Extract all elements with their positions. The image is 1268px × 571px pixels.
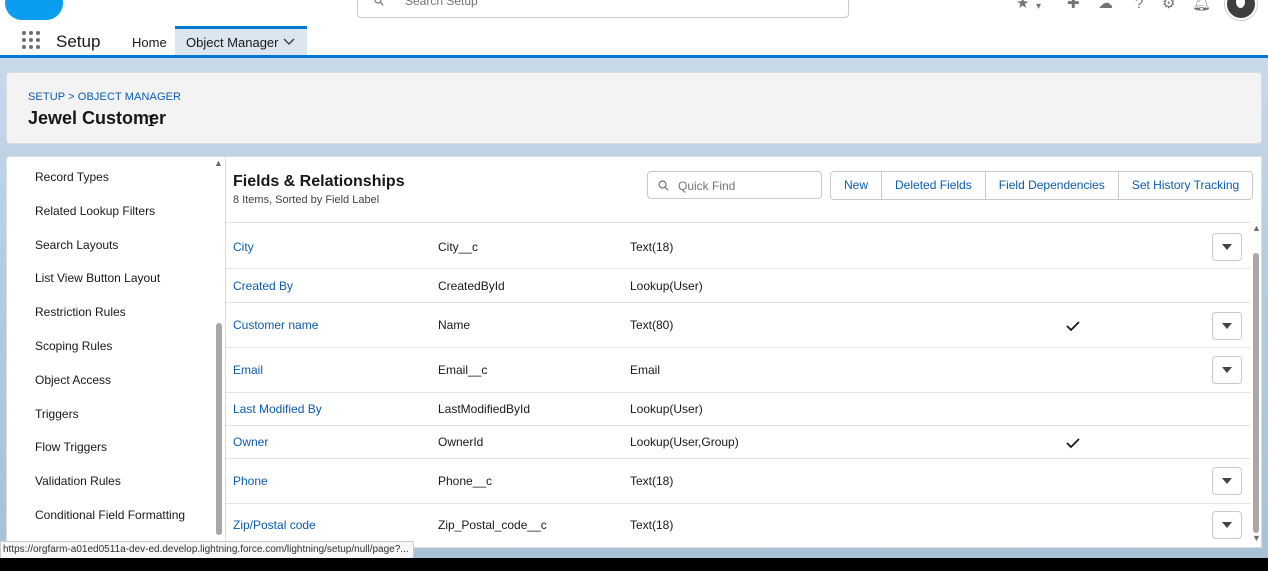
field-api-name: Email__c [438, 363, 488, 377]
set-history-tracking-button[interactable]: Set History Tracking [1117, 171, 1254, 200]
row-actions-button[interactable] [1212, 233, 1242, 261]
row-actions-button[interactable] [1212, 511, 1242, 539]
nav-tab-home[interactable]: Home [132, 35, 167, 50]
sidebar-item-triggers[interactable]: Triggers [35, 407, 79, 421]
field-data-type: Email [630, 363, 661, 377]
table-row: City City__c Text(18) [226, 224, 1251, 269]
text-cursor-icon: I [147, 114, 156, 130]
field-api-name: Zip_Postal_code__c [438, 518, 547, 532]
sidebar-scrollbar[interactable] [216, 323, 222, 535]
trailhead-icon[interactable]: ☁ [1098, 0, 1113, 12]
nav-tab-object-manager[interactable]: Object Manager [175, 26, 307, 55]
breadcrumb[interactable]: SETUP > OBJECT MANAGER [28, 91, 181, 103]
field-api-name: Name [438, 318, 471, 332]
field-label-link[interactable]: Phone [233, 474, 268, 488]
field-api-name: LastModifiedById [438, 402, 531, 416]
table-row: Owner OwnerId Lookup(User,Group) [226, 426, 1251, 459]
table-row: Created By CreatedById Lookup(User) [226, 269, 1251, 303]
table-row: Email Email__c Email [226, 348, 1251, 393]
sidebar-item-list-view-button-layout[interactable]: List View Button Layout [35, 271, 160, 285]
action-button-group: New Deleted Fields Field Dependencies Se… [830, 171, 1254, 200]
sidebar-item-object-access[interactable]: Object Access [35, 373, 111, 387]
field-label-link[interactable]: City [233, 240, 254, 254]
sidebar-item-record-types[interactable]: Record Types [35, 170, 109, 184]
quick-find-placeholder: Quick Find [678, 179, 736, 193]
field-label-link[interactable]: Created By [233, 279, 293, 293]
deleted-fields-button[interactable]: Deleted Fields [881, 171, 986, 200]
new-field-button[interactable]: New [830, 171, 883, 200]
status-url-tooltip: https://orgfarm-a01ed0511a-dev-ed.develo… [0, 541, 414, 559]
global-header: Search Setup ★ ▾ ✚ ☁ ? ⚙ 🔔︎ [0, 0, 1268, 27]
help-icon[interactable]: ? [1135, 0, 1143, 12]
chevron-down-icon [1222, 367, 1232, 373]
row-actions-button[interactable] [1212, 312, 1242, 340]
indexed-checkmark-icon [1066, 438, 1080, 449]
chevron-down-icon [1222, 522, 1232, 528]
field-data-type: Text(80) [630, 318, 674, 332]
nav-tab-object-manager-label: Object Manager [186, 35, 279, 50]
salesforce-logo[interactable] [5, 0, 63, 20]
search-placeholder: Search Setup [405, 0, 478, 8]
field-data-type: Lookup(User,Group) [630, 435, 739, 449]
field-label-link[interactable]: Last Modified By [233, 402, 322, 416]
field-dependencies-button[interactable]: Field Dependencies [984, 171, 1119, 200]
field-label-link[interactable]: Email [233, 363, 263, 377]
section-title: Fields & Relationships [233, 173, 405, 190]
sidebar-item-related-lookup-filters[interactable]: Related Lookup Filters [35, 204, 155, 218]
app-launcher-icon[interactable] [22, 31, 42, 51]
fields-relationships-panel: Fields & Relationships 8 Items, Sorted b… [226, 156, 1262, 548]
field-api-name: City__c [438, 240, 479, 254]
field-api-name: Phone__c [438, 474, 493, 488]
chevron-down-icon [1222, 478, 1232, 484]
page-title: Jewel Customer [28, 108, 167, 128]
notifications-bell-icon[interactable]: 🔔︎ [1192, 0, 1211, 12]
row-actions-button[interactable] [1212, 356, 1242, 384]
sidebar-item-scoping-rules[interactable]: Scoping Rules [35, 339, 112, 353]
field-data-type: Lookup(User) [630, 279, 703, 293]
sidebar-item-search-layouts[interactable]: Search Layouts [35, 238, 118, 252]
global-actions-plus-icon[interactable]: ✚ [1067, 0, 1080, 12]
favorites-dropdown-icon[interactable]: ▾ [1036, 0, 1041, 15]
sidebar-item-conditional-field-formatting[interactable]: Conditional Field Formatting [35, 508, 185, 522]
row-actions-button[interactable] [1212, 467, 1242, 495]
sidebar-scroll-up-icon[interactable]: ▲ [214, 158, 223, 168]
user-avatar[interactable] [1225, 0, 1257, 20]
table-scroll-up-icon[interactable]: ▲ [1252, 223, 1261, 233]
field-label-link[interactable]: Customer name [233, 318, 318, 332]
app-nav-bar: Setup Home Object Manager [0, 26, 1268, 58]
field-label-link[interactable]: Owner [233, 435, 268, 449]
app-name: Setup [56, 32, 101, 51]
quick-find-input[interactable]: Quick Find [647, 171, 822, 199]
setup-gear-icon[interactable]: ⚙ [1162, 0, 1175, 12]
field-data-type: Text(18) [630, 518, 674, 532]
field-data-type: Text(18) [630, 474, 674, 488]
search-icon [658, 180, 669, 191]
sidebar-item-restriction-rules[interactable]: Restriction Rules [35, 305, 126, 319]
sidebar-item-validation-rules[interactable]: Validation Rules [35, 474, 121, 488]
chevron-down-icon[interactable] [283, 38, 295, 46]
object-sidebar: ▲ Record Types Related Lookup Filters Se… [6, 156, 226, 548]
screen-bottom-bar [0, 558, 1268, 571]
table-scroll-down-icon[interactable]: ▼ [1252, 533, 1261, 543]
field-api-name: CreatedById [438, 279, 505, 293]
chevron-down-icon [1222, 244, 1232, 250]
field-data-type: Lookup(User) [630, 402, 703, 416]
field-label-link[interactable]: Zip/Postal code [233, 518, 316, 532]
favorites-star-icon[interactable]: ★ [1016, 0, 1029, 12]
field-data-type: Text(18) [630, 240, 674, 254]
divider [226, 222, 1251, 223]
table-row: Last Modified By LastModifiedById Lookup… [226, 393, 1251, 426]
table-row: Phone Phone__c Text(18) [226, 459, 1251, 504]
chevron-down-icon [1222, 323, 1232, 329]
object-header: SETUP > OBJECT MANAGER Jewel Customer I [6, 72, 1262, 144]
table-scrollbar[interactable] [1253, 253, 1259, 533]
search-icon [374, 0, 384, 6]
field-api-name: OwnerId [438, 435, 484, 449]
table-row: Customer name Name Text(80) [226, 303, 1251, 348]
section-subtitle: 8 Items, Sorted by Field Label [233, 194, 380, 206]
indexed-checkmark-icon [1066, 321, 1080, 332]
sidebar-item-flow-triggers[interactable]: Flow Triggers [35, 440, 107, 454]
global-search-input[interactable]: Search Setup [357, 0, 849, 18]
